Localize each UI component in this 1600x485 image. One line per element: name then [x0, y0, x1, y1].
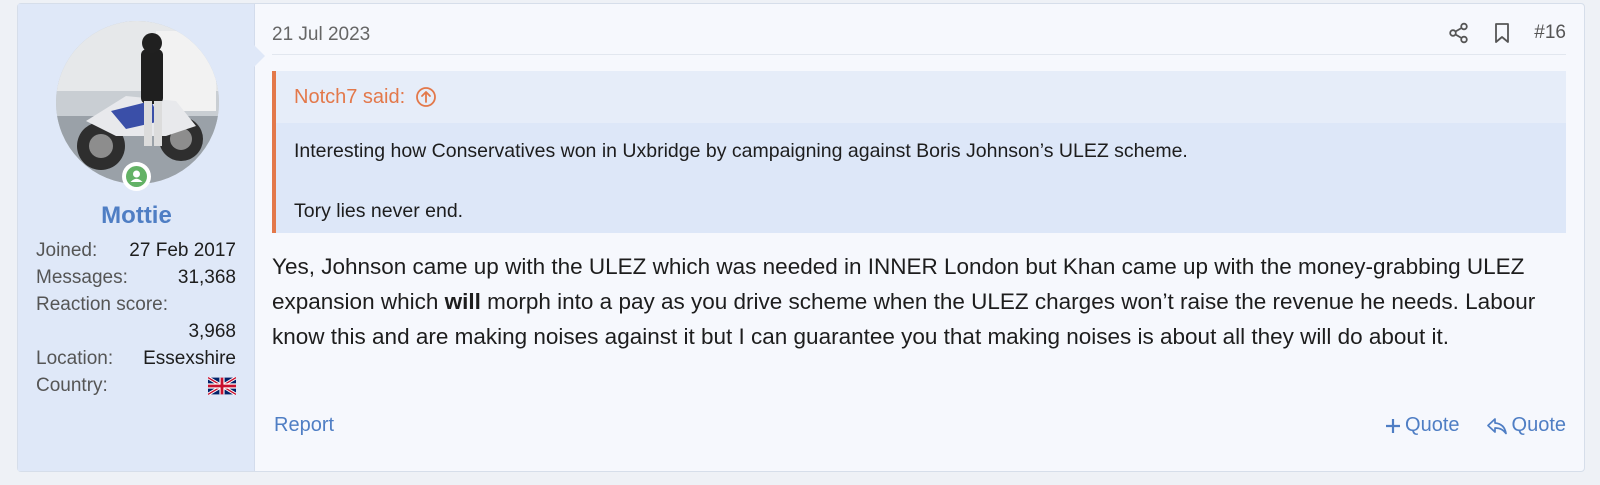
- stat-label: Messages:: [36, 267, 128, 288]
- user-icon: [130, 170, 143, 182]
- stat-label: Reaction score:: [36, 294, 169, 315]
- quote-header[interactable]: Notch7 said:: [276, 71, 1566, 123]
- quote-line: Interesting how Conservatives won in Uxb…: [294, 140, 1188, 162]
- post-date[interactable]: 21 Jul 2023: [272, 24, 370, 46]
- reply-quote-button[interactable]: Quote: [1486, 414, 1566, 437]
- post-number[interactable]: #16: [1534, 22, 1566, 44]
- multiquote-button[interactable]: Quote: [1385, 414, 1460, 437]
- avatar[interactable]: [56, 21, 219, 184]
- header-divider: [272, 54, 1566, 55]
- username[interactable]: Mottie: [18, 202, 255, 230]
- user-info-panel: Mottie Joined: 27 Feb 2017 Messages: 31,…: [18, 4, 255, 471]
- stat-joined: Joined: 27 Feb 2017: [36, 238, 236, 265]
- online-status-indicator: [122, 162, 151, 191]
- post-actions: Quote Quote: [1385, 414, 1566, 437]
- share-icon[interactable]: [1448, 22, 1470, 44]
- quote-author[interactable]: Notch7 said:: [294, 86, 405, 109]
- stat-value[interactable]: 31,368: [178, 265, 236, 292]
- stat-value: 27 Feb 2017: [129, 240, 236, 261]
- uk-flag-icon: [208, 377, 236, 395]
- stat-reaction-score-value-row: 3,968: [36, 319, 236, 346]
- quote-line: Tory lies never end.: [294, 200, 464, 222]
- forum-post: Mottie Joined: 27 Feb 2017 Messages: 31,…: [17, 3, 1585, 472]
- stat-label: Country:: [36, 375, 108, 396]
- quote-label: Quote: [1511, 414, 1566, 436]
- stat-reaction-score: Reaction score:: [36, 292, 236, 319]
- post-tools: #16: [1448, 22, 1566, 44]
- bookmark-icon[interactable]: [1492, 22, 1512, 44]
- message-bold-text: will: [444, 289, 481, 314]
- quote-body: Interesting how Conservatives won in Uxb…: [276, 123, 1566, 233]
- user-stats: Joined: 27 Feb 2017 Messages: 31,368 Rea…: [36, 238, 236, 400]
- stat-value[interactable]: Essexshire: [143, 346, 236, 373]
- post-message: Yes, Johnson came up with the ULEZ which…: [272, 249, 1544, 354]
- stat-location: Location: Essexshire: [36, 346, 236, 373]
- quote-block: Notch7 said: Interesting how Conservativ…: [272, 71, 1566, 233]
- plus-icon: [1386, 418, 1401, 433]
- reply-icon: [1486, 417, 1507, 434]
- stat-messages: Messages: 31,368: [36, 265, 236, 292]
- stat-country: Country:: [36, 373, 236, 400]
- avatar-photo: [56, 21, 219, 184]
- stat-label: Joined:: [36, 240, 98, 261]
- multiquote-label: Quote: [1405, 414, 1460, 436]
- report-link[interactable]: Report: [274, 414, 334, 437]
- post-main: 21 Jul 2023 #16 Notch7 said: Interesting…: [255, 4, 1584, 471]
- stat-value: 3,968: [188, 321, 236, 342]
- stat-label: Location:: [36, 348, 114, 369]
- arrow-up-circle-icon[interactable]: [415, 86, 437, 108]
